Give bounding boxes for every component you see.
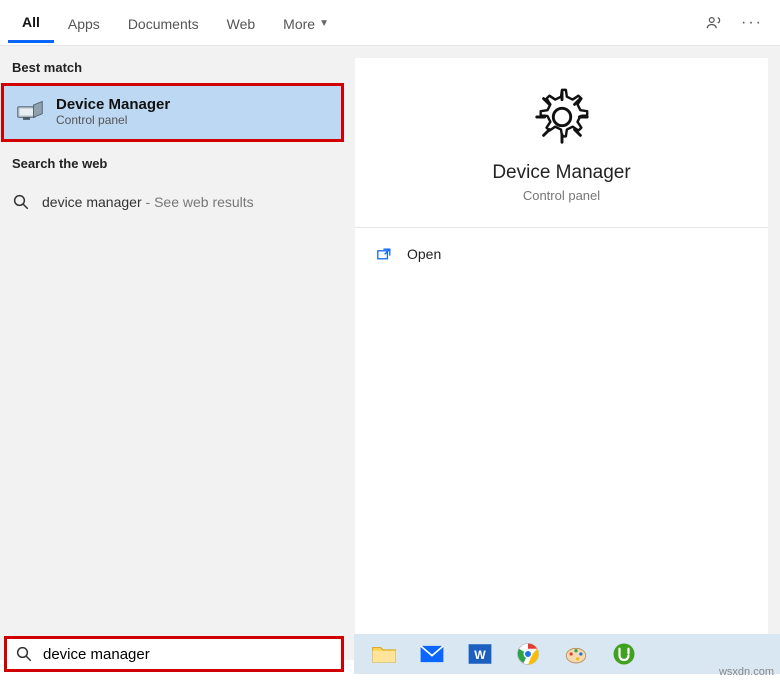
chrome-icon[interactable]	[514, 640, 542, 668]
preview-header: Device Manager Control panel	[355, 58, 768, 228]
word-icon[interactable]: W	[466, 640, 494, 668]
paint-icon[interactable]	[562, 640, 590, 668]
preview-card: Device Manager Control panel Open	[355, 58, 768, 648]
preview-subtitle: Control panel	[355, 188, 768, 203]
results-panel: Best match Device Manager Control panel …	[0, 46, 345, 660]
options-icon[interactable]: ···	[742, 13, 762, 33]
tab-apps[interactable]: Apps	[54, 4, 114, 42]
best-match-header: Best match	[0, 46, 345, 83]
svg-text:W: W	[474, 648, 486, 662]
open-icon	[377, 247, 393, 261]
search-box[interactable]	[4, 636, 344, 672]
open-label: Open	[407, 246, 441, 262]
tab-more-label: More	[283, 16, 315, 32]
best-match-result[interactable]: Device Manager Control panel	[1, 83, 344, 142]
best-match-title: Device Manager	[56, 96, 170, 113]
web-result[interactable]: device manager - See web results	[0, 179, 345, 225]
feedback-icon[interactable]	[704, 13, 724, 33]
utorrent-icon[interactable]	[610, 640, 638, 668]
search-icon	[15, 645, 33, 663]
tab-more[interactable]: More ▼	[269, 4, 343, 42]
mail-icon[interactable]	[418, 640, 446, 668]
web-result-text: device manager - See web results	[42, 194, 254, 210]
best-match-text: Device Manager Control panel	[56, 96, 170, 127]
open-action[interactable]: Open	[355, 228, 768, 280]
search-icon	[12, 193, 30, 211]
search-tabs: All Apps Documents Web More ▼ ···	[0, 0, 780, 46]
search-web-header: Search the web	[0, 142, 345, 179]
preview-panel: Device Manager Control panel Open	[345, 46, 780, 660]
tab-documents[interactable]: Documents	[114, 4, 213, 42]
web-query: device manager	[42, 194, 142, 210]
taskbar: W	[354, 634, 780, 674]
chevron-down-icon: ▼	[319, 18, 329, 29]
main-area: Best match Device Manager Control panel …	[0, 46, 780, 660]
gear-icon	[531, 86, 593, 148]
bottom-bar: W	[0, 634, 780, 674]
search-input[interactable]	[43, 646, 333, 663]
file-explorer-icon[interactable]	[370, 640, 398, 668]
tab-all[interactable]: All	[8, 2, 54, 43]
web-suffix: - See web results	[142, 194, 254, 210]
preview-title: Device Manager	[355, 162, 768, 184]
tab-web[interactable]: Web	[213, 4, 270, 42]
watermark: wsxdn.com	[719, 666, 774, 678]
best-match-subtitle: Control panel	[56, 113, 170, 127]
device-manager-icon	[16, 98, 44, 126]
